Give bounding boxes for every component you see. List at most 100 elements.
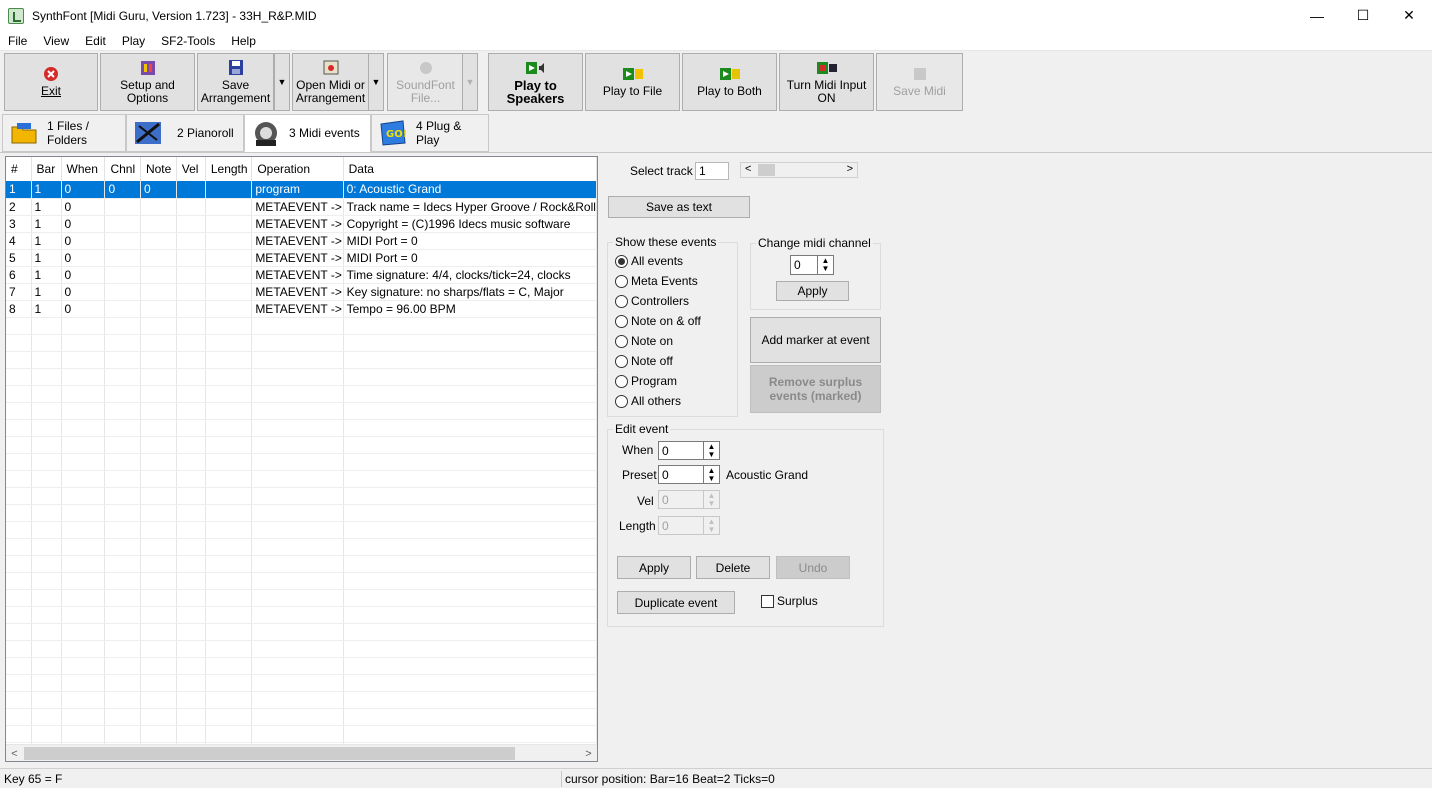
table-row[interactable]: 3 1 0 METAEVENT -> Copyright = (C)1996 Idecs… — [6, 215, 597, 233]
table-row[interactable]: 4 1 0 METAEVENT -> MIDI Port = 0 — [6, 232, 597, 250]
radio-option[interactable]: Note on — [615, 334, 673, 348]
menu-view[interactable]: View — [35, 34, 77, 48]
close-button[interactable]: ✕ — [1386, 0, 1432, 31]
cell-operation[interactable]: METAEVENT -> — [251, 266, 344, 284]
cell-when[interactable]: 0 — [61, 249, 106, 267]
cell-operation[interactable]: METAEVENT -> — [251, 283, 344, 301]
channel-apply-button[interactable]: Apply — [776, 281, 849, 301]
cell-index[interactable]: 8 — [6, 300, 32, 318]
cell-when[interactable]: 0 — [61, 300, 106, 318]
menu-file[interactable]: File — [0, 34, 35, 48]
radio-button[interactable] — [615, 254, 628, 268]
open-midi-button[interactable]: Open Midi or Arrangement — [292, 53, 369, 111]
open-midi-dropdown[interactable]: ▼ — [368, 53, 384, 111]
setup-options-button[interactable]: Setup and Options — [100, 53, 195, 111]
cell-operation[interactable]: METAEVENT -> — [251, 198, 344, 216]
cell-chnl[interactable] — [104, 266, 141, 284]
table-row[interactable]: 1 1 0 0 0 program 0: Acoustic Grand — [6, 181, 597, 199]
exit-button[interactable]: Exit — [4, 53, 98, 111]
cell-chnl[interactable] — [104, 300, 141, 318]
duplicate-event-button[interactable]: Duplicate event — [617, 591, 735, 614]
cell-data[interactable]: Track name = Idecs Hyper Groove / Rock&R… — [343, 198, 597, 216]
cell-data[interactable]: Copyright = (C)1996 Idecs music software — [343, 215, 597, 233]
cell-note[interactable] — [140, 300, 177, 318]
cell-vel[interactable] — [176, 249, 206, 267]
cell-data[interactable]: MIDI Port = 0 — [343, 232, 597, 250]
cell-index[interactable]: 5 — [6, 249, 32, 267]
play-to-both-button[interactable]: Play to Both — [682, 53, 777, 111]
undo-button[interactable]: Undo — [776, 556, 850, 579]
play-to-speakers-button[interactable]: Play to Speakers — [488, 53, 583, 111]
cell-note[interactable]: 0 — [140, 181, 177, 199]
radio-option[interactable]: All events — [615, 254, 683, 268]
table-row[interactable]: 8 1 0 METAEVENT -> Tempo = 96.00 BPM — [6, 300, 597, 318]
radio-option[interactable]: Meta Events — [615, 274, 698, 288]
save-midi-button[interactable]: Save Midi — [876, 53, 963, 111]
cell-bar[interactable]: 1 — [31, 249, 62, 267]
table-row[interactable]: 2 1 0 METAEVENT -> Track name = Idecs Hyper … — [6, 198, 597, 216]
cell-note[interactable] — [140, 249, 177, 267]
surplus-checkbox[interactable] — [761, 595, 774, 608]
tab-plug-play[interactable]: GO! 4 Plug & Play — [371, 114, 489, 152]
cell-when[interactable]: 0 — [61, 181, 106, 199]
radio-button[interactable] — [615, 394, 628, 408]
cell-chnl[interactable] — [104, 215, 141, 233]
cell-chnl[interactable]: 0 — [104, 181, 141, 199]
cell-vel[interactable] — [176, 215, 206, 233]
vel-field[interactable]: 0 — [658, 490, 704, 509]
cell-vel[interactable] — [176, 300, 206, 318]
cell-operation[interactable]: program — [251, 181, 344, 199]
cell-vel[interactable] — [176, 266, 206, 284]
cell-note[interactable] — [140, 266, 177, 284]
tab-files-folders[interactable]: 1 Files / Folders — [2, 114, 126, 152]
table-row[interactable]: 5 1 0 METAEVENT -> MIDI Port = 0 — [6, 249, 597, 267]
cell-when[interactable]: 0 — [61, 232, 106, 250]
when-field[interactable]: 0 — [658, 441, 704, 460]
col-header-data[interactable]: Data — [343, 157, 597, 181]
col-header-chnl[interactable]: Chnl — [104, 157, 141, 181]
cell-chnl[interactable] — [104, 232, 141, 250]
save-as-text-button[interactable]: Save as text — [608, 196, 750, 218]
cell-note[interactable] — [140, 215, 177, 233]
radio-option[interactable]: All others — [615, 394, 681, 408]
cell-length[interactable] — [205, 215, 253, 233]
preset-field[interactable]: 0 — [658, 465, 704, 484]
cell-operation[interactable]: METAEVENT -> — [251, 249, 344, 267]
col-header-length[interactable]: Length — [205, 157, 253, 181]
cell-length[interactable] — [205, 232, 253, 250]
table-row[interactable]: 6 1 0 METAEVENT -> Time signature: 4/4, cloc… — [6, 266, 597, 284]
tab-pianoroll[interactable]: 2 Pianoroll — [126, 114, 244, 152]
cell-note[interactable] — [140, 198, 177, 216]
cell-bar[interactable]: 1 — [31, 181, 62, 199]
cell-chnl[interactable] — [104, 283, 141, 301]
cell-note[interactable] — [140, 283, 177, 301]
tab-midi-events[interactable]: 3 Midi events — [244, 114, 371, 152]
table-row[interactable]: 7 1 0 METAEVENT -> Key signature: no sharps/… — [6, 283, 597, 301]
cell-index[interactable]: 2 — [6, 198, 32, 216]
cell-vel[interactable] — [176, 198, 206, 216]
menu-help[interactable]: Help — [223, 34, 264, 48]
select-track-field[interactable]: 1 — [695, 162, 729, 180]
radio-button[interactable] — [615, 314, 628, 328]
radio-option[interactable]: Note on & off — [615, 314, 701, 328]
radio-button[interactable] — [615, 274, 628, 288]
cell-length[interactable] — [205, 181, 253, 199]
events-grid[interactable]: # Bar When Chnl Note Vel Length Operatio… — [5, 156, 598, 762]
cell-vel[interactable] — [176, 283, 206, 301]
cell-data[interactable]: 0: Acoustic Grand — [343, 181, 597, 199]
col-header-when[interactable]: When — [61, 157, 106, 181]
scroll-thumb[interactable] — [24, 747, 515, 760]
cell-chnl[interactable] — [104, 198, 141, 216]
cell-bar[interactable]: 1 — [31, 283, 62, 301]
minimize-button[interactable]: — — [1294, 0, 1340, 31]
channel-field[interactable]: 0 — [790, 255, 818, 275]
soundfont-dropdown[interactable]: ▼ — [462, 53, 478, 111]
scroll-right-arrow[interactable]: > — [580, 745, 597, 761]
radio-button[interactable] — [615, 334, 628, 348]
save-arrangement-dropdown[interactable]: ▼ — [274, 53, 290, 111]
cell-data[interactable]: Time signature: 4/4, clocks/tick=24, clo… — [343, 266, 597, 284]
cell-bar[interactable]: 1 — [31, 215, 62, 233]
app-icon[interactable] — [8, 7, 24, 24]
edit-apply-button[interactable]: Apply — [617, 556, 691, 579]
play-to-file-button[interactable]: Play to File — [585, 53, 680, 111]
